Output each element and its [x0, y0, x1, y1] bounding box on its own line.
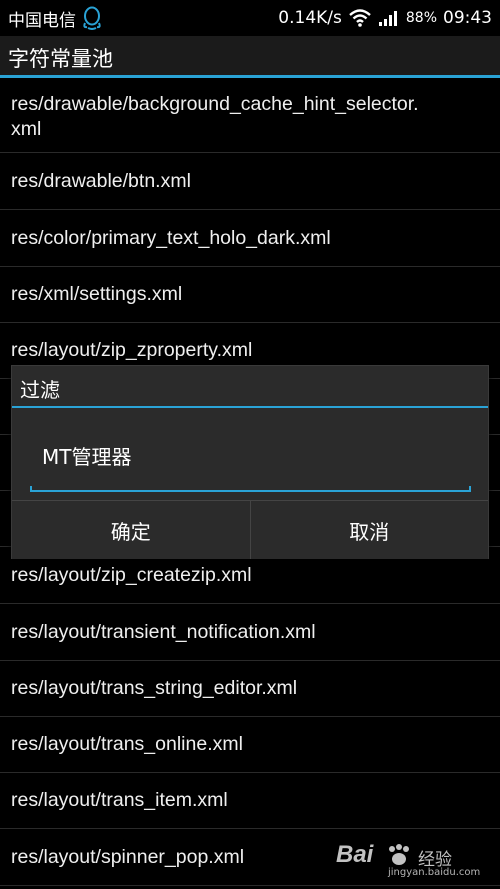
- list-item-label: res/layout/spinner_pop.xml: [11, 845, 245, 868]
- dialog-buttons: 确定 取消: [12, 500, 488, 559]
- list-item-label: res/layout/trans_online.xml: [11, 733, 243, 755]
- dialog-header: 过滤: [12, 366, 488, 408]
- page-title: 字符常量池: [8, 47, 113, 71]
- baidu-jingyan-watermark: Bai 经验 jingyan.baidu.com: [336, 841, 486, 881]
- list-item[interactable]: res/drawable/btn.xml: [0, 153, 500, 210]
- clock: 09:43: [443, 8, 492, 28]
- filter-input[interactable]: [30, 424, 470, 486]
- list-item[interactable]: res/layout/trans_item.xml: [0, 773, 500, 829]
- list-item-label: res/layout/zip_createzip.xml: [11, 563, 252, 586]
- list-item-label: res/drawable/background_cache_hint_selec…: [11, 92, 419, 140]
- qq-icon: [82, 6, 102, 30]
- network-speed: 0.14K/s: [278, 8, 342, 28]
- list-item-label: res/drawable/btn.xml: [11, 169, 191, 192]
- list-item-label: res/layout/zip_zproperty.xml: [11, 339, 253, 361]
- filter-dialog: 过滤 确定 取消: [11, 365, 489, 559]
- input-underline: [30, 486, 471, 492]
- list-item-label: res/layout/trans_item.xml: [11, 789, 228, 811]
- carrier-label: 中国电信: [8, 10, 76, 31]
- status-bar: 中国电信 0.14K/s 88% 09:43: [0, 0, 500, 36]
- list-item[interactable]: res/xml/settings.xml: [0, 267, 500, 323]
- list-item-label: res/color/primary_text_holo_dark.xml: [11, 226, 331, 249]
- list-item-label: res/xml/settings.xml: [11, 283, 183, 305]
- wifi-icon: [348, 8, 372, 28]
- watermark-logo: Bai: [336, 841, 374, 868]
- cancel-button[interactable]: 取消: [249, 501, 488, 559]
- list-item[interactable]: res/layout/trans_online.xml: [0, 717, 500, 773]
- list-item[interactable]: res/layout/transient_notification.xml: [0, 604, 500, 661]
- list-item[interactable]: res/layout/trans_string_editor.xml: [0, 661, 500, 717]
- watermark-url: jingyan.baidu.com: [388, 867, 481, 878]
- signal-icon: [378, 9, 400, 27]
- list-item-label: res/layout/transient_notification.xml: [11, 620, 316, 643]
- dialog-body: [12, 408, 488, 500]
- dialog-title: 过滤: [20, 378, 60, 402]
- confirm-button[interactable]: 确定: [12, 501, 250, 559]
- battery-level: 88%: [405, 10, 437, 26]
- list-item[interactable]: res/drawable/background_cache_hint_selec…: [0, 81, 500, 153]
- action-bar: 字符常量池: [0, 36, 500, 78]
- list-item-label: res/layout/trans_string_editor.xml: [11, 677, 298, 699]
- list-item[interactable]: res/color/primary_text_holo_dark.xml: [0, 210, 500, 267]
